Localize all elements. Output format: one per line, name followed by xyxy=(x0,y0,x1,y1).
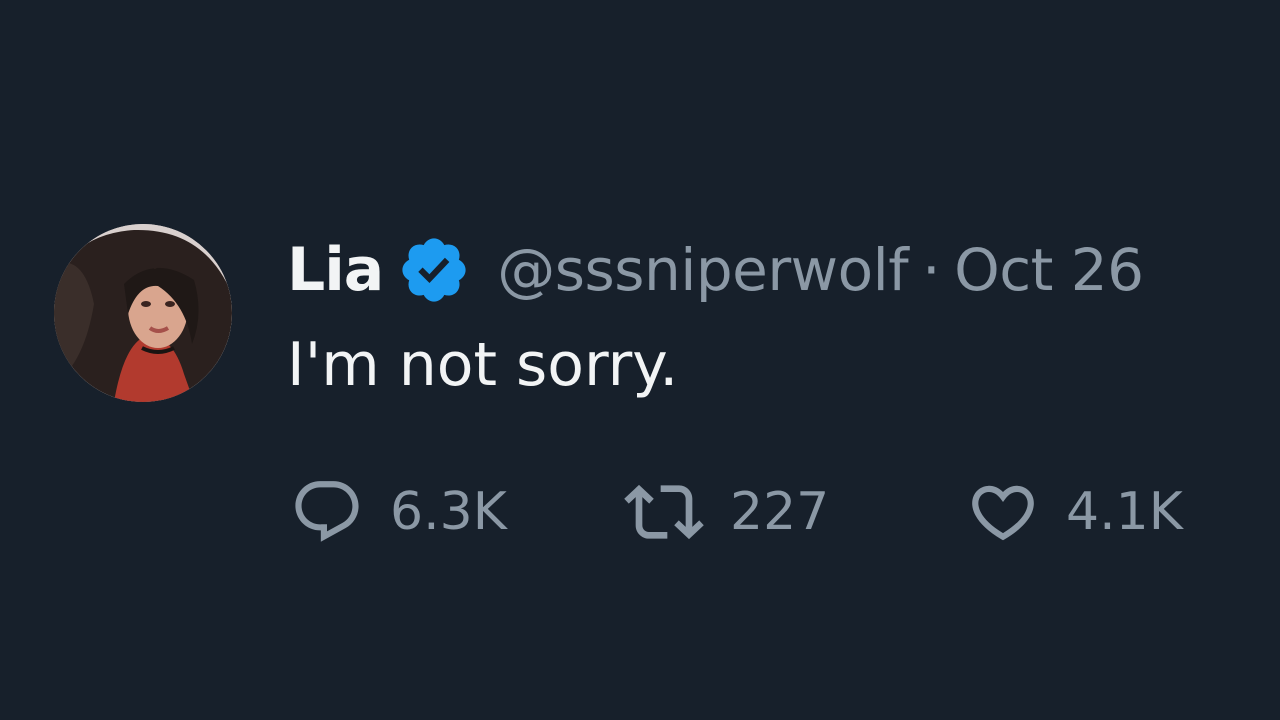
tweet-text: I'm not sorry. xyxy=(287,330,679,400)
separator-dot: · xyxy=(922,236,941,304)
author-name[interactable]: Lia xyxy=(287,235,384,305)
reply-button[interactable]: 6.3K xyxy=(290,474,507,550)
verified-badge-icon xyxy=(397,233,471,307)
retweet-button[interactable]: 227 xyxy=(624,474,829,550)
author-handle[interactable]: @sssniperwolf xyxy=(497,236,908,304)
reply-icon xyxy=(290,475,364,549)
tweet-header: Lia @sssniperwolf · Oct 26 xyxy=(287,232,1144,308)
tweet-date[interactable]: Oct 26 xyxy=(954,236,1144,304)
avatar[interactable] xyxy=(54,224,232,402)
retweet-icon xyxy=(624,472,704,552)
like-button[interactable]: 4.1K xyxy=(966,474,1183,550)
reply-count: 6.3K xyxy=(390,482,507,542)
heart-icon xyxy=(966,475,1040,549)
avatar-photo xyxy=(54,224,232,402)
retweet-count: 227 xyxy=(730,482,830,542)
like-count: 4.1K xyxy=(1066,482,1183,542)
